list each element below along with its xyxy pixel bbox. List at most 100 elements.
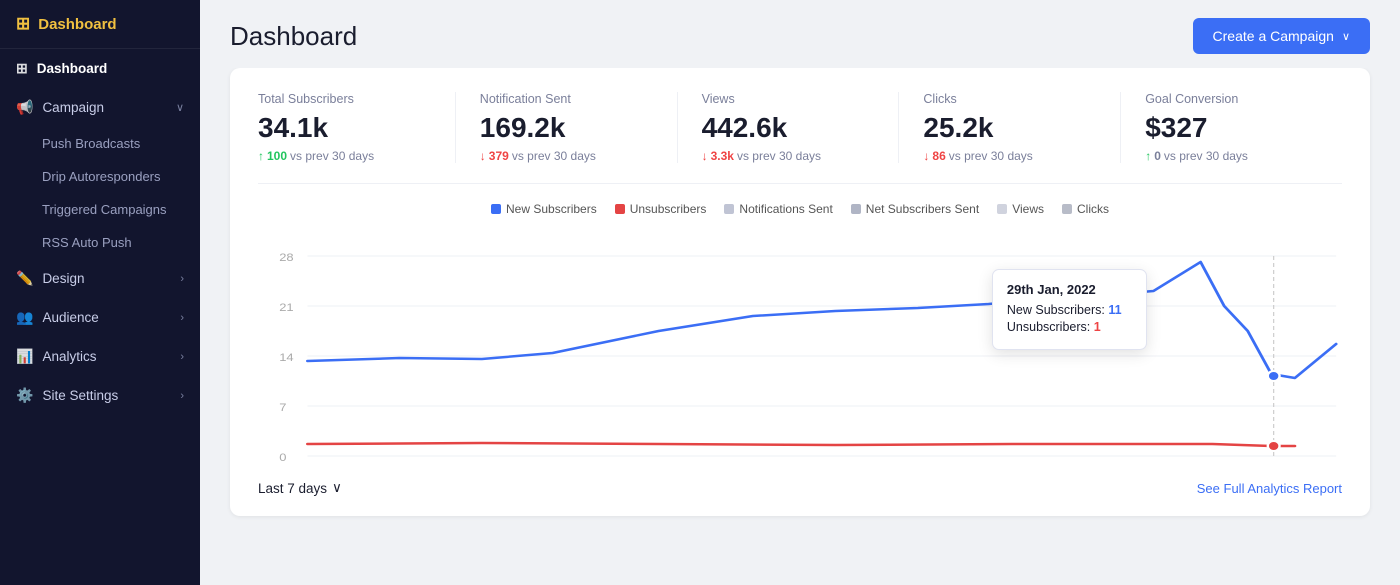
legend-label: Views bbox=[1012, 202, 1044, 216]
create-campaign-label: Create a Campaign bbox=[1213, 28, 1334, 44]
sidebar-logo-label: Dashboard bbox=[38, 16, 116, 33]
stat-views: Views 442.6k ↓ 3.3k vs prev 30 days bbox=[702, 92, 900, 163]
sidebar-item-campaign[interactable]: 📢 Campaign ∨ bbox=[0, 88, 200, 127]
sidebar-item-label: Site Settings bbox=[42, 388, 118, 403]
legend-net-subscribers-sent: Net Subscribers Sent bbox=[851, 202, 979, 216]
stat-change: ↑ 0 vs prev 30 days bbox=[1145, 149, 1318, 163]
full-analytics-report-link[interactable]: See Full Analytics Report bbox=[1197, 481, 1342, 496]
main-content: Total Subscribers 34.1k ↑ 100 vs prev 30… bbox=[200, 68, 1400, 585]
stats-row: Total Subscribers 34.1k ↑ 100 vs prev 30… bbox=[258, 92, 1342, 184]
legend-label: Notifications Sent bbox=[739, 202, 832, 216]
stat-change-value: 379 bbox=[489, 149, 509, 163]
svg-text:14: 14 bbox=[279, 351, 294, 364]
stat-period: vs prev 30 days bbox=[737, 149, 821, 163]
analytics-icon: 📊 bbox=[16, 348, 33, 365]
period-selector-button[interactable]: Last 7 days ∨ bbox=[258, 480, 342, 496]
stat-period: vs prev 30 days bbox=[512, 149, 596, 163]
legend-views: Views bbox=[997, 202, 1044, 216]
chart-svg: 0 7 14 21 28 bbox=[258, 226, 1342, 466]
stat-change-value: 0 bbox=[1154, 149, 1161, 163]
arrow-down-icon: ↓ bbox=[480, 149, 486, 163]
page-header: Dashboard Create a Campaign ∨ bbox=[200, 0, 1400, 68]
legend-unsubscribers: Unsubscribers bbox=[615, 202, 707, 216]
chevron-right-icon: › bbox=[180, 351, 184, 363]
sidebar-item-label: Campaign bbox=[42, 100, 104, 115]
legend-new-subscribers: New Subscribers bbox=[491, 202, 597, 216]
stat-change: ↓ 86 vs prev 30 days bbox=[923, 149, 1096, 163]
stat-label: Goal Conversion bbox=[1145, 92, 1318, 106]
legend-dot bbox=[491, 204, 501, 214]
stat-change: ↑ 100 vs prev 30 days bbox=[258, 149, 431, 163]
svg-text:0: 0 bbox=[279, 451, 287, 464]
chart-dot-red bbox=[1268, 441, 1280, 451]
chart-area: 0 7 14 21 28 bbox=[258, 226, 1342, 466]
stat-change: ↓ 3.3k vs prev 30 days bbox=[702, 149, 875, 163]
sidebar-item-label: Analytics bbox=[42, 349, 96, 364]
legend-dot bbox=[615, 204, 625, 214]
design-icon: ✏️ bbox=[16, 270, 33, 287]
chevron-right-icon: › bbox=[180, 390, 184, 402]
sidebar-item-site-settings[interactable]: ⚙️ Site Settings › bbox=[0, 376, 200, 415]
sidebar-item-label: Design bbox=[42, 271, 84, 286]
stat-change: ↓ 379 vs prev 30 days bbox=[480, 149, 653, 163]
stat-period: vs prev 30 days bbox=[949, 149, 1033, 163]
dashboard-logo-icon: ⊞ bbox=[16, 14, 30, 34]
sidebar-item-analytics[interactable]: 📊 Analytics › bbox=[0, 337, 200, 376]
legend-notifications-sent: Notifications Sent bbox=[724, 202, 832, 216]
stat-value: 34.1k bbox=[258, 112, 431, 144]
stat-label: Clicks bbox=[923, 92, 1096, 106]
stat-total-subscribers: Total Subscribers 34.1k ↑ 100 vs prev 30… bbox=[258, 92, 456, 163]
stat-clicks: Clicks 25.2k ↓ 86 vs prev 30 days bbox=[923, 92, 1121, 163]
legend-label: New Subscribers bbox=[506, 202, 597, 216]
sidebar-item-label: Dashboard bbox=[37, 61, 108, 76]
sidebar-sub-item-push-broadcasts[interactable]: Push Broadcasts bbox=[0, 127, 200, 160]
stat-value: 25.2k bbox=[923, 112, 1096, 144]
stat-label: Notification Sent bbox=[480, 92, 653, 106]
svg-text:7: 7 bbox=[279, 401, 287, 414]
svg-text:28: 28 bbox=[279, 251, 294, 264]
arrow-down-icon: ↓ bbox=[702, 149, 708, 163]
main-area: Dashboard Create a Campaign ∨ Total Subs… bbox=[200, 0, 1400, 585]
stat-value: $327 bbox=[1145, 112, 1318, 144]
arrow-down-icon: ↓ bbox=[923, 149, 929, 163]
legend-label: Clicks bbox=[1077, 202, 1109, 216]
chart-footer: Last 7 days ∨ See Full Analytics Report bbox=[258, 480, 1342, 496]
svg-text:21: 21 bbox=[279, 301, 294, 314]
chevron-right-icon: › bbox=[180, 273, 184, 285]
chevron-down-icon: ∨ bbox=[176, 101, 184, 114]
campaign-icon: 📢 bbox=[16, 99, 33, 116]
stat-value: 169.2k bbox=[480, 112, 653, 144]
legend-dot bbox=[851, 204, 861, 214]
chart-legend: New Subscribers Unsubscribers Notificati… bbox=[258, 202, 1342, 216]
dashboard-icon: ⊞ bbox=[16, 60, 28, 77]
sidebar-logo[interactable]: ⊞ Dashboard bbox=[0, 0, 200, 49]
sidebar-item-audience[interactable]: 👥 Audience › bbox=[0, 298, 200, 337]
chevron-down-icon: ∨ bbox=[1342, 30, 1350, 43]
arrow-up-icon: ↑ bbox=[1145, 149, 1151, 163]
sidebar-item-design[interactable]: ✏️ Design › bbox=[0, 259, 200, 298]
legend-clicks: Clicks bbox=[1062, 202, 1109, 216]
stat-change-value: 86 bbox=[932, 149, 945, 163]
create-campaign-button[interactable]: Create a Campaign ∨ bbox=[1193, 18, 1370, 54]
stat-goal-conversion: Goal Conversion $327 ↑ 0 vs prev 30 days bbox=[1145, 92, 1342, 163]
stat-value: 442.6k bbox=[702, 112, 875, 144]
sidebar-sub-item-rss-auto-push[interactable]: RSS Auto Push bbox=[0, 226, 200, 259]
stat-label: Views bbox=[702, 92, 875, 106]
stat-period: vs prev 30 days bbox=[1164, 149, 1248, 163]
legend-dot bbox=[1062, 204, 1072, 214]
legend-dot bbox=[724, 204, 734, 214]
dashboard-card: Total Subscribers 34.1k ↑ 100 vs prev 30… bbox=[230, 68, 1370, 516]
sidebar-sub-item-drip-autoresponders[interactable]: Drip Autoresponders bbox=[0, 160, 200, 193]
chart-dot-blue bbox=[1268, 371, 1280, 381]
stat-notification-sent: Notification Sent 169.2k ↓ 379 vs prev 3… bbox=[480, 92, 678, 163]
sidebar-sub-item-triggered-campaigns[interactable]: Triggered Campaigns bbox=[0, 193, 200, 226]
period-label: Last 7 days bbox=[258, 481, 327, 496]
stat-change-value: 3.3k bbox=[711, 149, 734, 163]
page-title: Dashboard bbox=[230, 21, 357, 52]
audience-icon: 👥 bbox=[16, 309, 33, 326]
stat-period: vs prev 30 days bbox=[290, 149, 374, 163]
sidebar-item-dashboard[interactable]: ⊞ Dashboard bbox=[0, 49, 200, 88]
legend-label: Unsubscribers bbox=[630, 202, 707, 216]
chevron-down-icon: ∨ bbox=[332, 480, 342, 496]
sidebar-item-label: Audience bbox=[42, 310, 98, 325]
